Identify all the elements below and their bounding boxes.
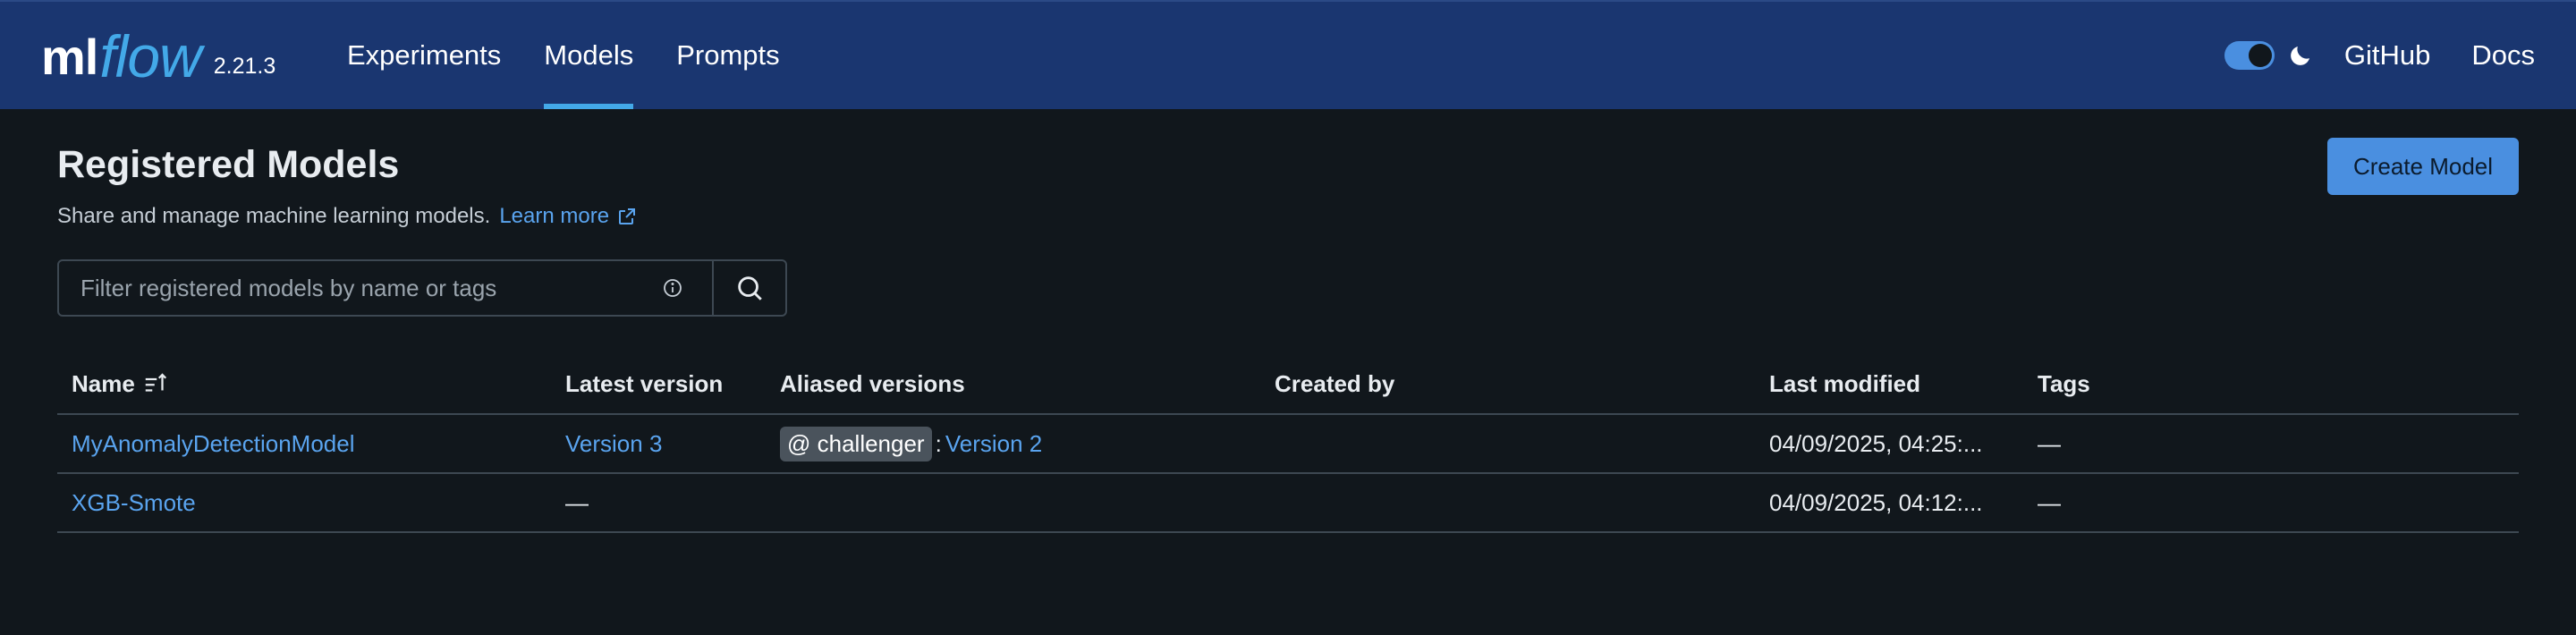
column-header-name[interactable]: Name — [72, 354, 169, 413]
info-icon[interactable] — [662, 277, 683, 299]
table-header-row: Name Latest version Aliased versions Cre… — [57, 354, 2519, 415]
search-button[interactable] — [714, 259, 787, 317]
sort-ascending-icon[interactable] — [142, 370, 169, 397]
page-subtitle: Share and manage machine learning models… — [57, 204, 638, 229]
logo-ml-text: ml — [41, 28, 98, 85]
model-search — [57, 259, 787, 317]
main-nav: Experiments Models Prompts — [347, 2, 823, 109]
column-header-latest-version: Latest version — [565, 369, 724, 397]
column-header-name-label: Name — [72, 369, 135, 397]
nav-experiments[interactable]: Experiments — [347, 2, 501, 109]
last-modified-cell: 04/09/2025, 04:12:... — [1769, 488, 1983, 516]
github-link[interactable]: GitHub — [2344, 39, 2430, 72]
column-header-tags: Tags — [2038, 369, 2090, 397]
mlflow-logo[interactable]: ml flow 2.21.3 — [41, 16, 275, 97]
column-header-last-modified: Last modified — [1769, 369, 1921, 397]
external-link-icon[interactable] — [616, 206, 638, 227]
alias-separator: : — [935, 429, 942, 457]
subtitle-text: Share and manage machine learning models… — [57, 204, 491, 228]
last-modified-cell: 04/09/2025, 04:25:... — [1769, 429, 1983, 457]
nav-models[interactable]: Models — [544, 2, 633, 109]
table-row: XGB-Smote — 04/09/2025, 04:12:... — — [57, 474, 2519, 533]
alias-version-link[interactable]: Version 2 — [945, 430, 1042, 458]
column-header-created-by: Created by — [1275, 369, 1395, 397]
latest-version-cell: — — [565, 488, 589, 516]
nav-prompts[interactable]: Prompts — [676, 2, 779, 109]
alias-tag[interactable]: @ challenger — [780, 426, 932, 461]
tags-cell: — — [2038, 429, 2061, 457]
top-navigation-bar: ml flow 2.21.3 Experiments Models Prompt… — [0, 0, 2576, 109]
header-actions: GitHub Docs — [2224, 2, 2535, 109]
page-title: Registered Models — [57, 143, 400, 186]
create-model-button[interactable]: Create Model — [2327, 138, 2519, 195]
moon-icon — [2291, 47, 2309, 65]
table-row: MyAnomalyDetectionModel Version 3 @ chal… — [57, 415, 2519, 474]
model-name-link[interactable]: XGB-Smote — [72, 474, 196, 531]
docs-link[interactable]: Docs — [2471, 39, 2535, 72]
registered-models-table: Name Latest version Aliased versions Cre… — [57, 354, 2519, 533]
tags-cell: — — [2038, 488, 2061, 516]
model-name-link[interactable]: MyAnomalyDetectionModel — [72, 415, 354, 472]
column-header-aliased-versions: Aliased versions — [780, 369, 965, 397]
search-icon — [738, 276, 762, 301]
logo-flow-text: flow — [99, 23, 201, 89]
dark-mode-toggle[interactable] — [2224, 41, 2275, 70]
latest-version-link[interactable]: Version 3 — [565, 415, 662, 472]
learn-more-link[interactable]: Learn more — [499, 204, 609, 229]
search-input[interactable] — [57, 259, 714, 317]
version-label: 2.21.3 — [213, 53, 276, 79]
aliased-versions-cell: @ challenger : Version 2 — [780, 415, 1042, 472]
